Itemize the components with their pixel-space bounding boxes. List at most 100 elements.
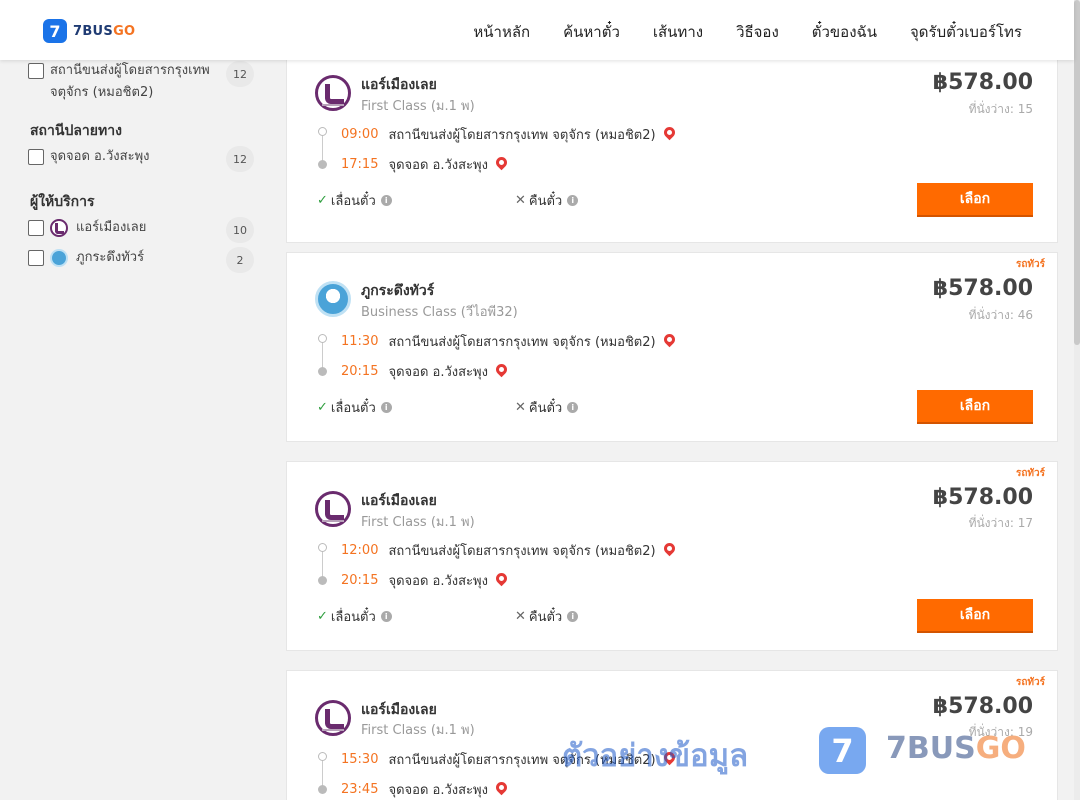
info-icon[interactable]: i	[567, 611, 579, 622]
origin-count-badge: 12	[226, 61, 254, 87]
ticket-price: ฿578.00	[932, 70, 1033, 95]
refund-feature: ✕ คืนตั๋ว i	[515, 190, 579, 211]
seat-class: First Class (ม.1 พ)	[361, 99, 475, 114]
operator-logo-icon	[315, 491, 351, 527]
refund-feature: ✕ คืนตั๋ว i	[515, 606, 579, 627]
ticket-price: ฿578.00	[932, 485, 1033, 510]
destination-checkbox[interactable]	[28, 149, 44, 165]
destination-dot-icon	[318, 367, 327, 376]
arrival-row: 17:15 จุดจอด อ.วังสะพุง	[341, 154, 510, 175]
operator-checkbox[interactable]	[28, 220, 44, 236]
phu-kradueng-logo-icon	[50, 249, 68, 267]
operator-name: แอร์เมืองเลย	[361, 702, 437, 718]
arrival-row: 23:45 จุดจอด อ.วังสะพุง	[341, 779, 510, 800]
logo-text: 7BUSGO	[73, 23, 136, 39]
operator-count-badge: 2	[226, 247, 254, 273]
bus-type-tag: รถทัวร์	[1015, 259, 1045, 270]
info-icon[interactable]: i	[380, 195, 392, 206]
map-pin-icon[interactable]	[493, 154, 510, 171]
trip-card: รถทัวร์ ภูกระดึงทัวร์ Business Class (วี…	[286, 252, 1058, 442]
air-mueang-loei-logo-icon	[50, 219, 68, 237]
destination-dot-icon	[318, 785, 327, 794]
filter-origin-item[interactable]: สถานีขนส่งผู้โดยสารกรุงเทพ จตุจักร (หมอช…	[28, 60, 210, 104]
trip-card: รถทัวร์ แอร์เมืองเลย First Class (ม.1 พ)…	[286, 461, 1058, 651]
ticket-price: ฿578.00	[932, 694, 1033, 719]
operator-name: แอร์เมืองเลย	[361, 493, 437, 509]
seat-class: First Class (ม.1 พ)	[361, 723, 475, 738]
map-pin-icon[interactable]	[661, 124, 677, 141]
destination-label: จุดจอด อ.วังสะพุง	[50, 149, 150, 164]
map-pin-icon[interactable]	[661, 540, 677, 557]
page-scrollbar[interactable]	[1074, 0, 1080, 800]
reschedule-feature: ✓ เลื่อนตั๋ว i	[317, 397, 392, 418]
cross-icon: ✕	[515, 193, 526, 208]
nav-my-tickets[interactable]: ตั๋วของฉัน	[812, 20, 877, 44]
filter-operator-phu-kradueng[interactable]: ภูกระดึงทัวร์	[28, 247, 144, 269]
operator-name: ภูกระดึงทัวร์	[361, 283, 435, 299]
operator-logo-icon	[315, 75, 351, 111]
seats-available: ที่นั่งว่าง: 15	[968, 102, 1033, 116]
info-icon[interactable]: i	[380, 611, 392, 622]
seat-class: Business Class (วีไอพี32)	[361, 305, 518, 320]
origin-dot-icon	[318, 752, 327, 761]
reschedule-feature: ✓ เลื่อนตั๋ว i	[317, 190, 392, 211]
operator-label: แอร์เมืองเลย	[76, 220, 147, 235]
bus-type-tag: รถทัวร์	[1015, 468, 1045, 479]
sample-data-watermark: ตัวอย่างข้อมูล	[562, 738, 749, 774]
arrival-row: 20:15 จุดจอด อ.วังสะพุง	[341, 361, 510, 382]
info-icon[interactable]: i	[567, 402, 579, 413]
check-icon: ✓	[317, 400, 328, 415]
ticket-price: ฿578.00	[932, 276, 1033, 301]
nav-routes[interactable]: เส้นทาง	[653, 20, 703, 44]
destination-dot-icon	[318, 576, 327, 585]
arrival-row: 20:15 จุดจอด อ.วังสะพุง	[341, 570, 510, 591]
destination-section-title: สถานีปลายทาง	[30, 123, 122, 139]
seats-available: ที่นั่งว่าง: 17	[968, 516, 1033, 530]
operator-label: ภูกระดึงทัวร์	[76, 250, 145, 265]
watermark-brand: 7BUSGO	[886, 731, 1026, 766]
cross-icon: ✕	[515, 400, 526, 415]
main-nav: หน้าหลัก ค้นหาตั๋ว เส้นทาง วิธีจอง ตั๋วข…	[440, 20, 1022, 44]
select-trip-button[interactable]: เลือก	[917, 183, 1033, 217]
refund-feature: ✕ คืนตั๋ว i	[515, 397, 579, 418]
check-icon: ✓	[317, 609, 328, 624]
site-logo[interactable]: 7 7BUSGO	[43, 19, 135, 43]
destination-count-badge: 12	[226, 146, 254, 172]
departure-row: 09:00 สถานีขนส่งผู้โดยสารกรุงเทพ จตุจักร …	[341, 124, 677, 145]
top-header: 7 7BUSGO หน้าหลัก ค้นหาตั๋ว เส้นทาง วิธี…	[0, 0, 1074, 60]
nav-how-to-book[interactable]: วิธีจอง	[736, 20, 779, 44]
operator-checkbox[interactable]	[28, 250, 44, 266]
select-trip-button[interactable]: เลือก	[917, 599, 1033, 633]
filter-operator-air-mueang-loei[interactable]: แอร์เมืองเลย	[28, 217, 146, 239]
seat-class: First Class (ม.1 พ)	[361, 515, 475, 530]
map-pin-icon[interactable]	[493, 361, 510, 378]
origin-dot-icon	[318, 127, 327, 136]
nav-home[interactable]: หน้าหลัก	[473, 20, 530, 44]
trip-card: แอร์เมืองเลย First Class (ม.1 พ) ฿578.00…	[286, 53, 1058, 243]
map-pin-icon[interactable]	[661, 331, 677, 348]
operator-name: แอร์เมืองเลย	[361, 77, 437, 93]
info-icon[interactable]: i	[567, 195, 579, 206]
map-pin-icon[interactable]	[493, 779, 510, 796]
scrollbar-thumb[interactable]	[1074, 0, 1080, 345]
check-icon: ✓	[317, 193, 328, 208]
reschedule-feature: ✓ เลื่อนตั๋ว i	[317, 606, 392, 627]
select-trip-button[interactable]: เลือก	[917, 390, 1033, 424]
logo-mark: 7	[43, 19, 67, 43]
seats-available: ที่นั่งว่าง: 46	[968, 308, 1033, 322]
origin-label: สถานีขนส่งผู้โดยสารกรุงเทพ จตุจักร (หมอช…	[50, 63, 210, 100]
filter-destination-item[interactable]: จุดจอด อ.วังสะพุง	[28, 146, 149, 168]
origin-checkbox[interactable]	[28, 63, 44, 79]
bus-type-tag: รถทัวร์	[1015, 677, 1045, 688]
operator-section-title: ผู้ให้บริการ	[30, 194, 95, 210]
origin-dot-icon	[318, 334, 327, 343]
info-icon[interactable]: i	[380, 402, 392, 413]
cross-icon: ✕	[515, 609, 526, 624]
nav-search-ticket[interactable]: ค้นหาตั๋ว	[563, 20, 620, 44]
operator-logo-icon	[315, 281, 351, 317]
map-pin-icon[interactable]	[493, 570, 510, 587]
origin-dot-icon	[318, 543, 327, 552]
departure-row: 12:00 สถานีขนส่งผู้โดยสารกรุงเทพ จตุจักร …	[341, 540, 677, 561]
filter-sidebar: สถานีขนส่งผู้โดยสารกรุงเทพ จตุจักร (หมอช…	[0, 60, 270, 800]
nav-ticket-pickup[interactable]: จุดรับตั๋วเบอร์โทร	[910, 20, 1022, 44]
